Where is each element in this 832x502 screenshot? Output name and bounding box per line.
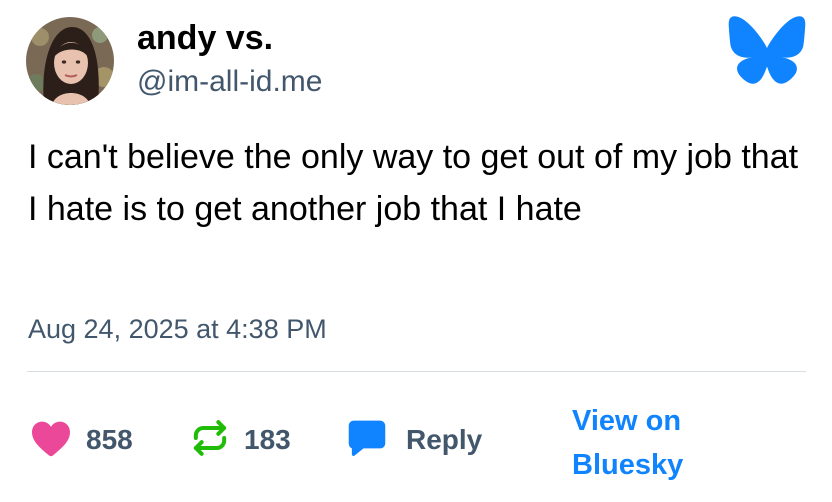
heart-icon [30, 419, 72, 462]
author-avatar[interactable] [26, 17, 114, 105]
bluesky-butterfly-icon[interactable] [727, 15, 807, 85]
avatar-image [26, 17, 114, 105]
divider [27, 371, 806, 372]
reply-label: Reply [406, 424, 483, 455]
repost-icon [190, 418, 230, 463]
reply-button[interactable]: Reply [346, 418, 482, 462]
author-display-name[interactable]: andy vs. [137, 18, 273, 58]
like-count: 858 [86, 424, 133, 455]
repost-count: 183 [244, 424, 291, 455]
repost-button[interactable]: 183 [190, 418, 291, 462]
author-handle[interactable]: @im-all-id.me [137, 63, 322, 101]
post-timestamp[interactable]: Aug 24, 2025 at 4:38 PM [28, 311, 327, 347]
view-on-bluesky-link[interactable]: View on Bluesky [572, 399, 732, 487]
like-button[interactable]: 858 [30, 418, 133, 462]
speech-bubble-icon [346, 418, 388, 463]
post-text: I can't believe the only way to get out … [28, 138, 799, 228]
